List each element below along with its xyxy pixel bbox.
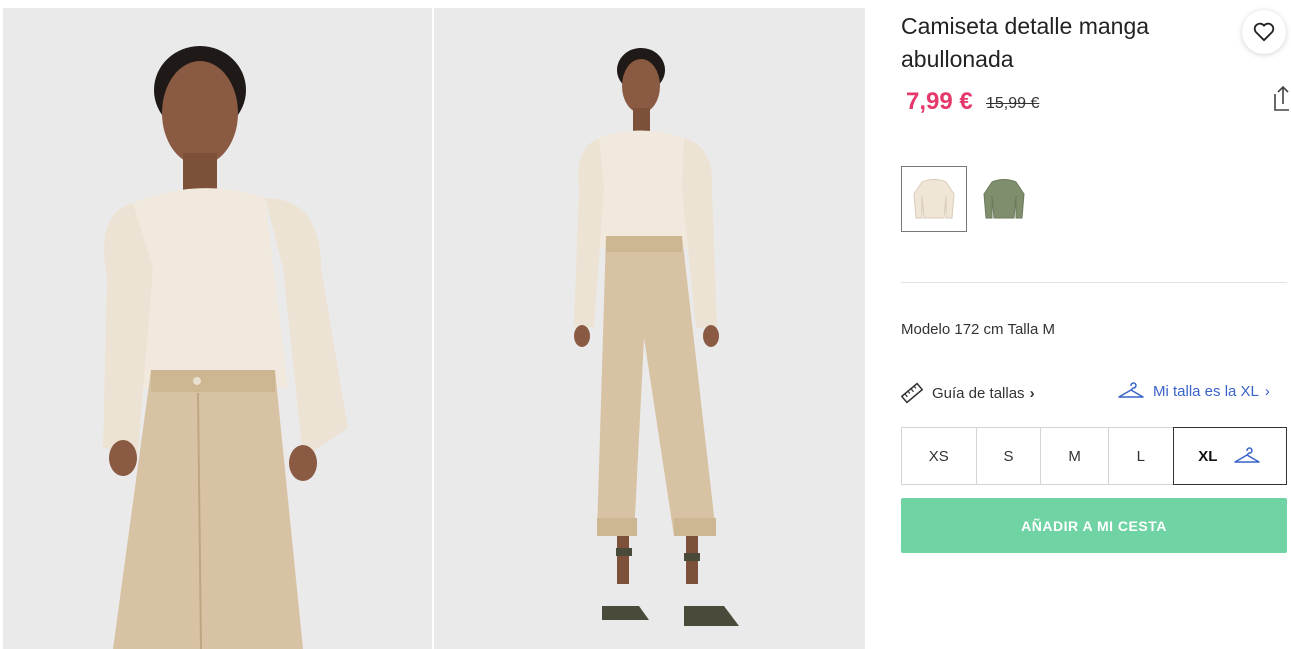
chevron-right-icon: › (1264, 382, 1270, 400)
size-option-l[interactable]: L (1109, 428, 1174, 484)
my-size-link[interactable]: Mi talla es la XL › (1117, 382, 1270, 400)
hanger-icon (1118, 382, 1144, 398)
size-option-m[interactable]: M (1041, 428, 1109, 484)
hanger-icon (1234, 447, 1261, 463)
heart-icon (1253, 22, 1275, 42)
color-swatch-beige[interactable] (901, 166, 967, 232)
size-option-xl[interactable]: XL (1172, 427, 1288, 485)
size-option-xs[interactable]: XS (902, 428, 977, 484)
share-button[interactable] (1273, 84, 1291, 117)
color-swatch-green[interactable] (971, 166, 1037, 232)
my-size-label: Mi talla es la XL (1153, 382, 1259, 400)
beige-sweater-thumbnail (913, 179, 955, 219)
divider (901, 282, 1287, 283)
share-icon (1274, 85, 1289, 111)
add-to-cart-button[interactable]: AÑADIR A MI CESTA (901, 498, 1287, 553)
size-selector: XS S M L XL (901, 427, 1288, 485)
product-title: Camiseta detalle manga abullonada (901, 13, 1150, 72)
ruler-icon (901, 382, 923, 404)
model-closeup-photo[interactable] (3, 8, 432, 649)
chevron-right-icon: › (1029, 384, 1035, 402)
model-closeup-illustration (3, 8, 432, 649)
model-fullbody-photo[interactable] (434, 8, 865, 649)
model-info: Modelo 172 cm Talla M (901, 321, 1055, 338)
size-guide-link[interactable]: Guía de tallas › (901, 382, 1035, 404)
green-sweater-thumbnail (983, 179, 1025, 219)
price-current: 7,99 € (906, 88, 973, 115)
price-old: 15,99 € (986, 95, 1040, 112)
size-guide-label: Guía de tallas (932, 384, 1025, 402)
size-option-s[interactable]: S (977, 428, 1042, 484)
model-fullbody-illustration (434, 8, 865, 649)
size-option-xl-label: XL (1198, 447, 1218, 465)
favorite-button[interactable] (1242, 10, 1286, 54)
